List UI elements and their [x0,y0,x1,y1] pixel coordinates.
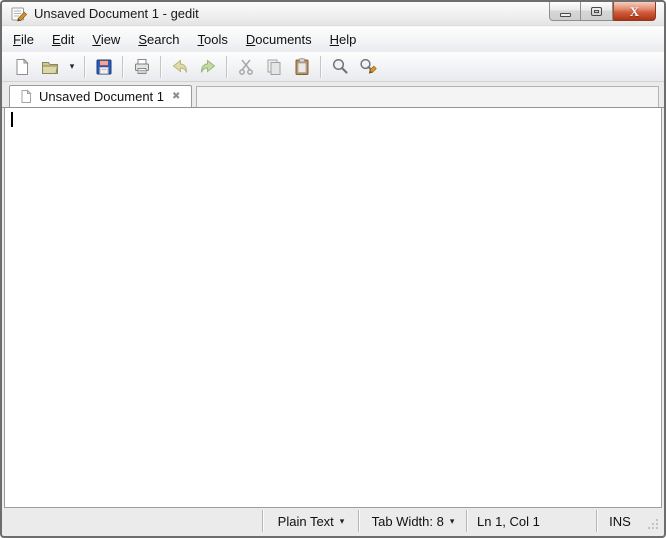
tab-unsaved-document-1[interactable]: Unsaved Document 1 ✖ [9,85,193,107]
toolbar-separator [160,55,162,78]
tab-close-icon[interactable]: ✖ [170,91,182,103]
replace-magnifier-pencil-icon [360,58,377,74]
toolbar-separator [226,55,228,78]
new-button[interactable] [8,54,36,80]
maximize-button[interactable] [581,2,613,21]
tab-bar: Unsaved Document 1 ✖ [2,82,664,108]
resize-grip[interactable] [642,509,662,533]
paste-button[interactable] [288,54,316,80]
document-icon [21,89,32,103]
redo-button[interactable] [194,54,222,80]
print-icon [135,58,149,74]
gedit-app-icon [11,7,28,21]
close-button[interactable]: X [613,2,656,21]
gedit-window: Unsaved Document 1 - gedit X File Edit V… [0,0,666,538]
menu-search[interactable]: Search [129,28,188,51]
menu-tools[interactable]: Tools [189,28,237,51]
title-bar[interactable]: Unsaved Document 1 - gedit X [2,2,664,26]
language-dropdown[interactable]: Plain Text ▾ [264,509,358,533]
minimize-button[interactable] [549,2,581,21]
overwrite-mode: INS [598,509,642,533]
window-controls: X [549,2,656,21]
undo-arrow-icon [172,58,188,73]
text-editor-area[interactable] [4,108,662,508]
open-menu-button[interactable]: ▾ [64,54,80,80]
dropdown-arrow-icon: ▾ [339,515,345,526]
menu-documents[interactable]: Documents [237,28,321,51]
window-title: Unsaved Document 1 - gedit [34,6,199,21]
dropdown-arrow-icon: ▾ [449,515,455,526]
menu-bar: File Edit View Search Tools Documents He… [2,26,664,52]
save-button[interactable] [90,54,118,80]
language-label: Plain Text [277,513,334,529]
paste-clipboard-icon [295,57,309,75]
menu-file[interactable]: File [4,28,43,51]
cursor-position: Ln 1, Col 1 [468,509,596,533]
toolbar-separator [84,55,86,78]
maximize-icon [591,6,602,16]
overwrite-mode-label: INS [609,513,631,529]
text-caret [11,112,13,127]
close-icon: X [629,3,640,19]
toolbar-separator [320,55,322,78]
toolbar: ▾ [2,52,664,82]
menu-edit[interactable]: Edit [43,28,83,51]
open-folder-icon [42,61,59,74]
menu-help[interactable]: Help [321,28,366,51]
find-button[interactable] [326,54,354,80]
resize-grip-icon [648,519,658,529]
tab-label: Unsaved Document 1 [39,89,165,104]
redo-arrow-icon [200,58,216,73]
open-button[interactable] [36,54,64,80]
save-floppy-icon [96,59,112,74]
print-button[interactable] [128,54,156,80]
tab-width-label: Tab Width: 8 [371,513,444,529]
cut-button[interactable] [232,54,260,80]
toolbar-separator [122,55,124,78]
new-document-icon [16,57,29,75]
menu-view[interactable]: View [83,28,129,51]
status-bar: Plain Text ▾ Tab Width: 8 ▾ Ln 1, Col 1 … [4,509,662,533]
tab-strip-filler [196,86,659,107]
replace-button[interactable] [354,54,382,80]
minimize-icon [559,12,571,17]
dropdown-arrow-icon: ▾ [69,61,75,71]
cut-scissors-icon [239,59,253,75]
find-magnifier-icon [332,58,348,74]
cursor-position-label: Ln 1, Col 1 [477,513,540,529]
copy-pages-icon [267,59,281,75]
undo-button[interactable] [166,54,194,80]
tab-width-dropdown[interactable]: Tab Width: 8 ▾ [360,509,466,533]
copy-button[interactable] [260,54,288,80]
